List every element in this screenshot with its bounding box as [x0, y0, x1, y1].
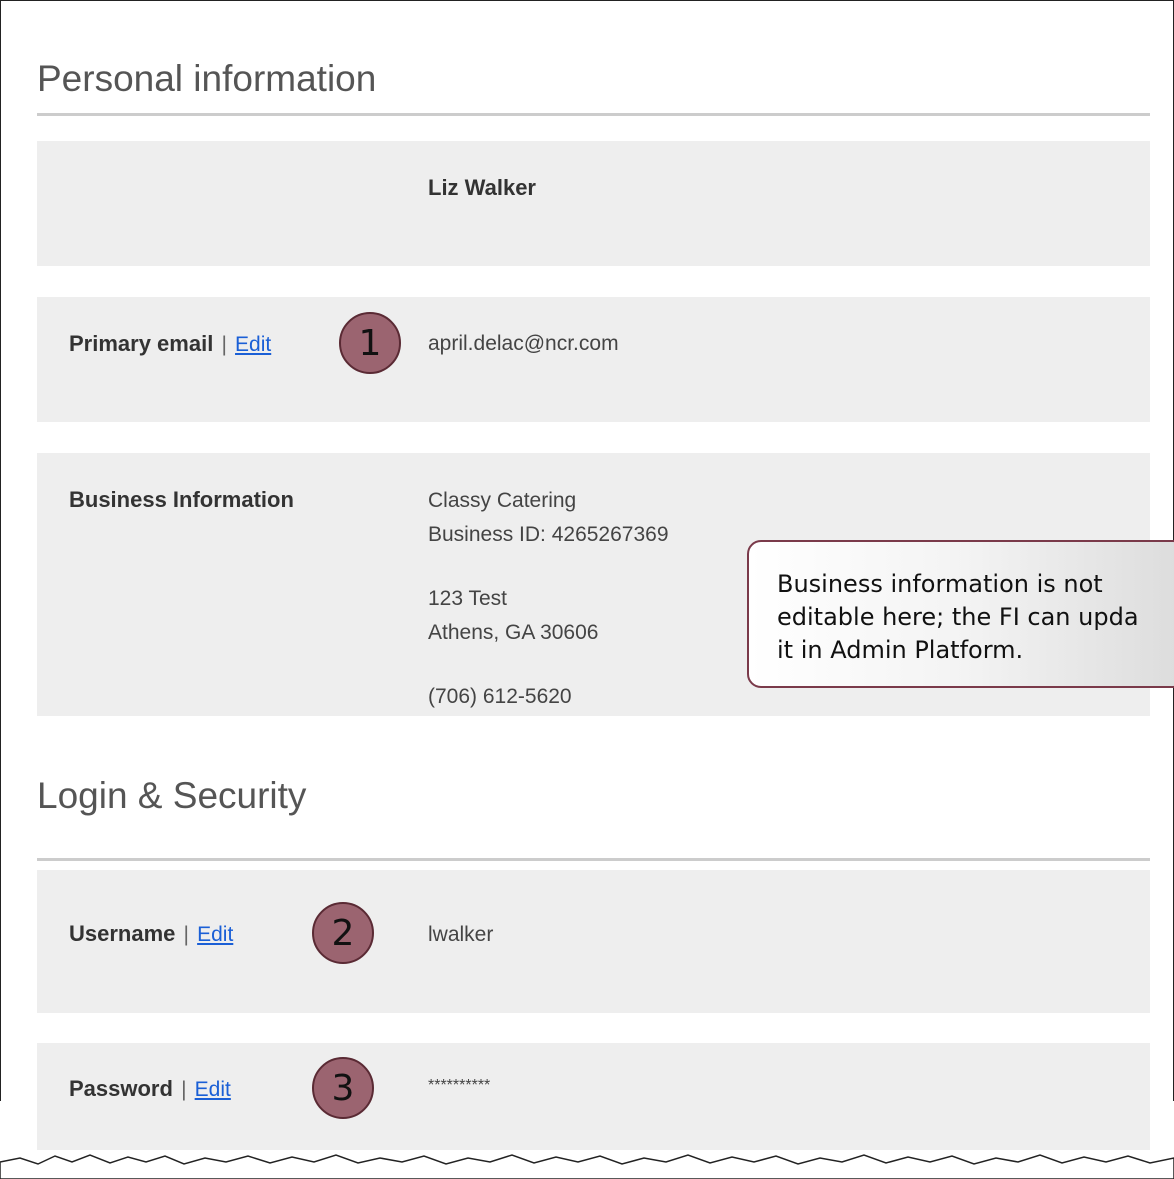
note-line-3: it in Admin Platform.: [777, 636, 1024, 664]
note-line-2: editable here; the FI can upda: [777, 603, 1139, 631]
label-separator: |: [181, 1078, 187, 1101]
section-divider: [37, 113, 1150, 116]
password-panel: Password | Edit **********: [37, 1043, 1150, 1150]
label-separator: |: [221, 333, 227, 356]
name-panel: Liz Walker: [37, 141, 1150, 266]
business-address-line1: 123 Test: [428, 587, 508, 610]
login-security-title: Login & Security: [37, 775, 307, 816]
business-company: Classy Catering: [428, 489, 577, 512]
password-label-row: Password | Edit: [69, 1076, 231, 1102]
business-info-note: Business information is not editable her…: [747, 540, 1174, 688]
callout-1-badge: 1: [339, 312, 401, 374]
business-phone: (706) 612-5620: [428, 685, 572, 708]
callout-3-badge: 3: [312, 1057, 374, 1119]
edit-email-link[interactable]: Edit: [235, 333, 271, 356]
business-label-row: Business Information: [69, 487, 294, 513]
business-id: Business ID: 4265267369: [428, 523, 669, 546]
password-label: Password: [69, 1076, 173, 1101]
username-label: Username: [69, 921, 176, 946]
business-address-line2: Athens, GA 30606: [428, 621, 599, 644]
edit-username-link[interactable]: Edit: [197, 923, 233, 946]
note-line-1: Business information is not: [777, 570, 1103, 598]
primary-email-label: Primary email: [69, 331, 214, 356]
edit-password-link[interactable]: Edit: [195, 1078, 231, 1101]
username-panel: Username | Edit lwalker: [37, 870, 1150, 1013]
email-panel: Primary email | Edit april.delac@ncr.com: [37, 297, 1150, 422]
business-info-label: Business Information: [69, 487, 294, 512]
password-value: **********: [428, 1077, 491, 1094]
email-value: april.delac@ncr.com: [428, 332, 619, 355]
username-label-row: Username | Edit: [69, 921, 233, 947]
personal-info-title: Personal information: [37, 58, 377, 99]
email-label-row: Primary email | Edit: [69, 331, 271, 357]
callout-2-badge: 2: [312, 902, 374, 964]
torn-edge-decoration: [0, 1154, 1174, 1179]
username-value: lwalker: [428, 923, 494, 946]
full-name: Liz Walker: [428, 175, 536, 200]
section-divider: [37, 858, 1150, 861]
label-separator: |: [183, 923, 189, 946]
